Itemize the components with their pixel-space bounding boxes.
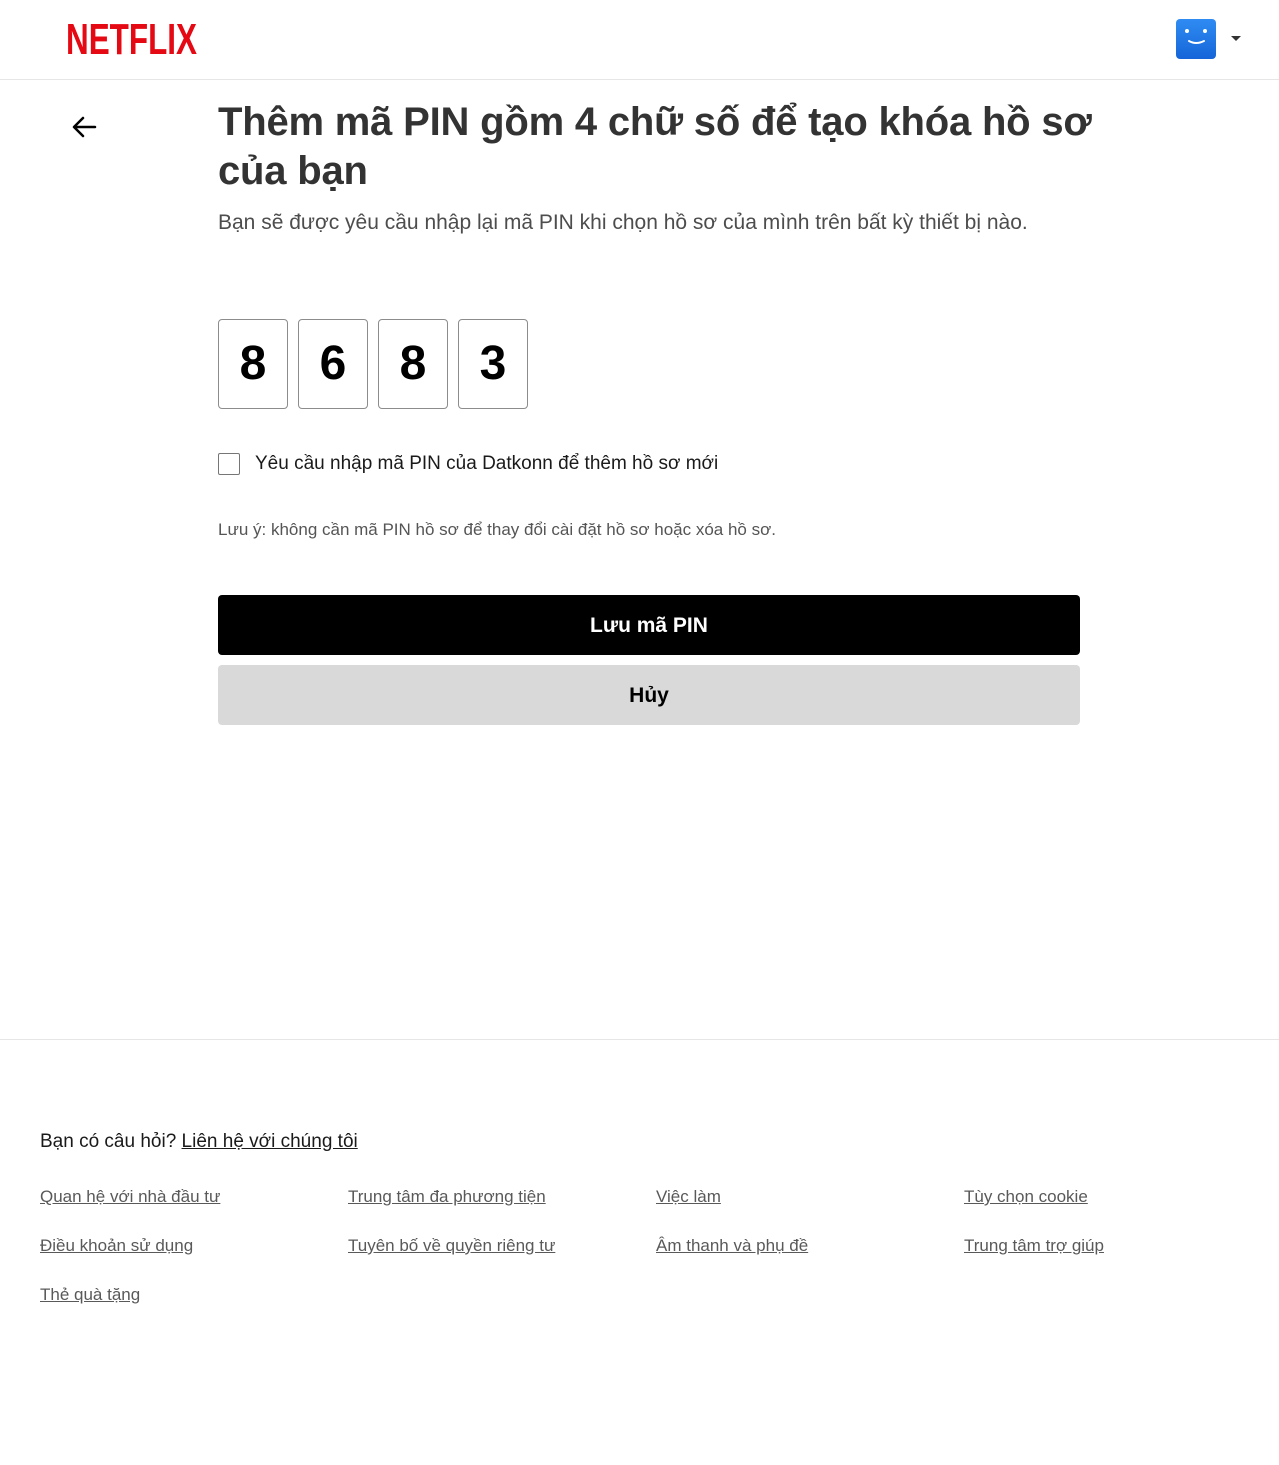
contact-us-link[interactable]: Liên hệ với chúng tôi <box>182 1131 358 1152</box>
footer-link-audio-subtitles[interactable]: Âm thanh và phụ đề <box>656 1236 808 1255</box>
pin-input-group: 8 6 8 3 <box>218 319 528 409</box>
pin-note: Lưu ý: không cần mã PIN hồ sơ để thay đổ… <box>218 520 776 539</box>
profile-menu-button[interactable] <box>1176 19 1246 59</box>
require-pin-label: Yêu cầu nhập mã PIN của Datkonn để thêm … <box>255 453 719 474</box>
site-header: NETFLIX <box>0 0 1279 80</box>
footer-link-privacy[interactable]: Tuyên bố về quyền riêng tư <box>348 1236 555 1255</box>
arrow-left-icon <box>72 116 97 138</box>
footer-link-terms-of-use[interactable]: Điều khoản sử dụng <box>40 1236 193 1255</box>
back-button[interactable] <box>70 112 100 142</box>
footer-link-cookie-preferences[interactable]: Tùy chọn cookie <box>964 1187 1088 1206</box>
caret-down-icon <box>1231 36 1241 41</box>
require-pin-checkbox[interactable] <box>218 453 240 475</box>
footer-link-help-center[interactable]: Trung tâm trợ giúp <box>964 1236 1104 1255</box>
footer-link-gift-cards[interactable]: Thẻ quà tặng <box>40 1285 140 1304</box>
pin-digit-1[interactable]: 8 <box>218 319 288 409</box>
page-subtitle: Bạn sẽ được yêu cầu nhập lại mã PIN khi … <box>218 211 1028 234</box>
netflix-logo[interactable]: NETFLIX <box>66 14 198 65</box>
pin-digit-2[interactable]: 6 <box>298 319 368 409</box>
footer-question: Bạn có câu hỏi? Liên hệ với chúng tôi <box>40 1131 358 1153</box>
profile-avatar <box>1176 19 1216 59</box>
page-title: Thêm mã PIN gồm 4 chữ số để tạo khóa hồ … <box>218 100 1092 193</box>
footer-link-media-center[interactable]: Trung tâm đa phương tiện <box>348 1187 546 1206</box>
footer-link-investor-relations[interactable]: Quan hệ với nhà đầu tư <box>40 1187 220 1206</box>
save-pin-button[interactable]: Lưu mã PIN <box>218 595 1080 655</box>
footer-divider <box>0 1039 1279 1040</box>
cancel-button[interactable]: Hủy <box>218 665 1080 725</box>
footer-link-jobs[interactable]: Việc làm <box>656 1187 721 1206</box>
svg-text:NETFLIX: NETFLIX <box>66 15 197 60</box>
footer-links: Quan hệ với nhà đầu tư Trung tâm đa phươ… <box>40 1185 1279 1306</box>
require-pin-option[interactable]: Yêu cầu nhập mã PIN của Datkonn để thêm … <box>218 451 718 477</box>
footer-question-text: Bạn có câu hỏi? <box>40 1131 177 1152</box>
pin-digit-4[interactable]: 3 <box>458 319 528 409</box>
pin-digit-3[interactable]: 8 <box>378 319 448 409</box>
